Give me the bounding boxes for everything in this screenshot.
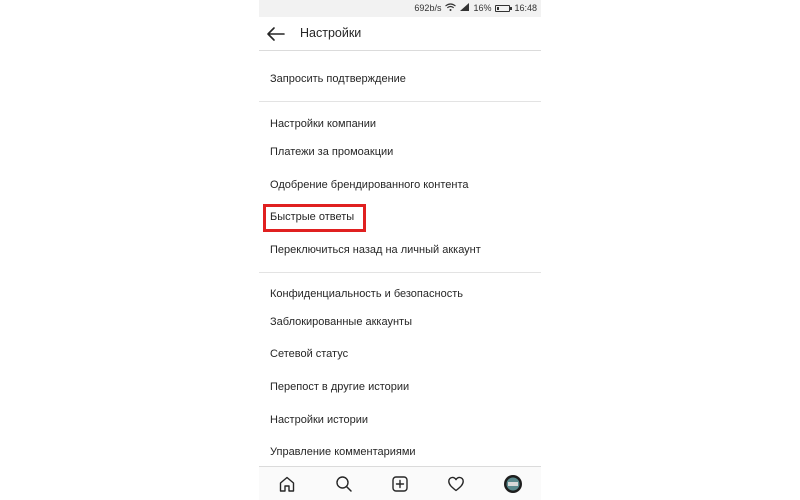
settings-item-blocked-accounts[interactable]: Заблокированные аккаунты [270,316,412,328]
settings-item-story-resharing[interactable]: Перепост в другие истории [270,381,409,393]
settings-item-activity-status[interactable]: Сетевой статус [270,348,348,360]
bottom-nav [259,466,541,500]
settings-item-branded-content[interactable]: Одобрение брендированного контента [270,179,469,191]
wifi-icon [445,3,457,13]
phone-screen: 692b/s 16% 16:48 Настройки Запросить под… [259,0,541,500]
page-title: Настройки [300,26,362,40]
home-icon [279,476,295,492]
activity-heart-icon [448,476,465,492]
nav-search-button[interactable] [330,470,358,498]
signal-icon [460,3,470,13]
back-button[interactable] [265,23,287,45]
profile-avatar-icon [503,475,522,493]
status-bar: 692b/s 16% 16:48 [259,0,541,17]
nav-add-button[interactable] [386,470,414,498]
section-divider [259,272,541,273]
network-speed: 692b/s [414,3,442,13]
battery-level [497,6,500,10]
settings-item-comment-controls[interactable]: Управление комментариями [270,446,416,458]
settings-item-switch-personal[interactable]: Переключиться назад на личный аккаунт [270,244,481,256]
settings-item-request-verification[interactable]: Запросить подтверждение [270,73,406,85]
clock: 16:48 [514,3,537,13]
app-header: Настройки [259,17,541,51]
section-title-company: Настройки компании [270,118,377,130]
battery-percent: 16% [473,3,492,13]
battery-icon [495,4,513,12]
nav-home-button[interactable] [273,470,301,498]
settings-item-quick-replies[interactable]: Быстрые ответы [270,211,354,223]
nav-activity-button[interactable] [442,470,470,498]
add-post-icon [392,476,408,492]
settings-item-promo-payments[interactable]: Платежи за промоакции [270,146,393,158]
settings-item-story-settings[interactable]: Настройки истории [270,414,368,426]
nav-profile-button[interactable] [499,470,527,498]
search-icon [335,476,352,492]
section-title-privacy: Конфиденциальность и безопасность [270,288,463,300]
arrow-left-icon [267,27,285,41]
section-divider [259,101,541,102]
